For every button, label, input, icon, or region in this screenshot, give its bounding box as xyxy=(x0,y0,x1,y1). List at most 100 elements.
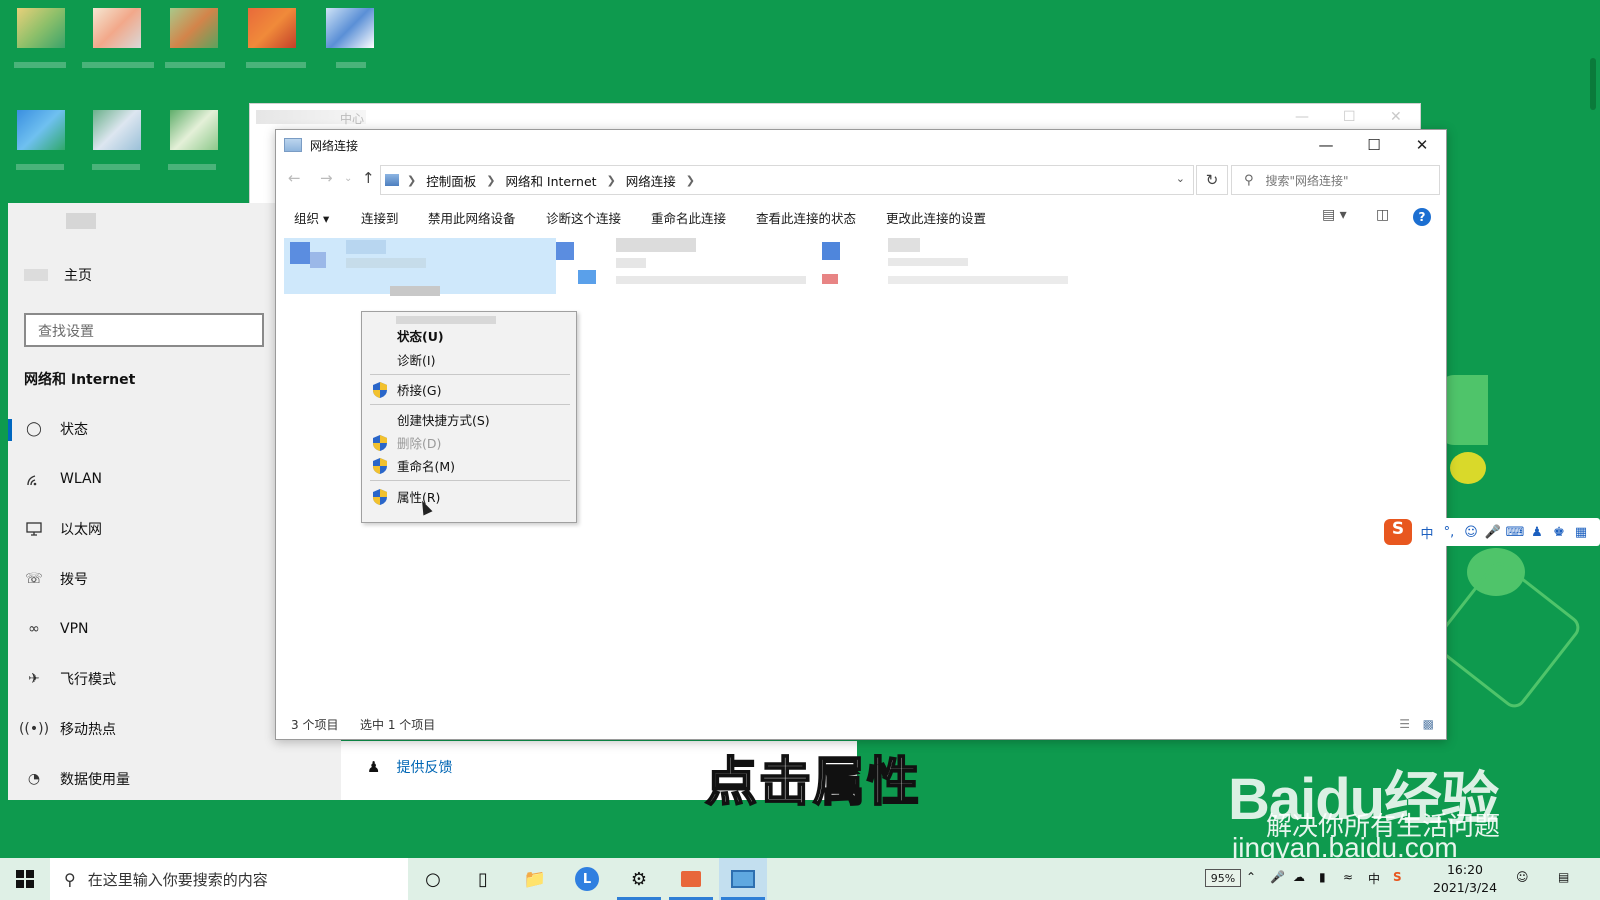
presentation-app-icon[interactable] xyxy=(667,858,715,900)
close-icon[interactable]: ✕ xyxy=(1390,109,1402,125)
breadcrumb-item[interactable]: 网络和 Internet xyxy=(505,171,596,190)
sidebar-item-hotspot[interactable]: ((•)) 移动热点 xyxy=(8,709,248,749)
maximize-button[interactable]: ☐ xyxy=(1351,130,1397,160)
notification-center-icon[interactable]: ▤ xyxy=(1558,870,1569,884)
skin-icon[interactable]: ♚ xyxy=(1548,525,1570,540)
sidebar-item-dialup[interactable]: ☏ 拨号 xyxy=(8,559,248,599)
file-explorer-icon[interactable]: 📁 xyxy=(511,858,559,900)
address-bar[interactable]: ❯ 控制面板 ❯ 网络和 Internet ❯ 网络连接 ❯ ⌄ xyxy=(380,165,1194,195)
chevron-down-icon[interactable]: ⌄ xyxy=(1176,172,1185,185)
ime-punctuation-toggle[interactable]: °, xyxy=(1438,525,1460,540)
task-view-icon[interactable]: ▯ xyxy=(459,858,507,900)
sidebar-item-wlan[interactable]: WLAN xyxy=(8,459,248,499)
home-link[interactable]: 主页 xyxy=(64,265,92,285)
taskbar-search-input[interactable]: ⚲ 在这里输入你要搜索的内容 xyxy=(50,858,408,900)
change-view-icon[interactable]: ▤ ▾ xyxy=(1322,207,1347,223)
sidebar-item-status[interactable]: ◯ 状态 xyxy=(8,409,248,449)
desktop-icon[interactable] xyxy=(93,8,141,60)
menu-item-delete[interactable]: 删除(D) xyxy=(362,431,576,454)
desktop-icon[interactable] xyxy=(170,8,218,60)
back-arrow-icon[interactable]: ← xyxy=(288,169,301,187)
refresh-button[interactable]: ↻ xyxy=(1196,165,1228,195)
emoji-icon[interactable]: ☺ xyxy=(1460,525,1482,540)
microphone-icon[interactable]: 🎤 xyxy=(1482,525,1504,540)
connection-name-blur[interactable] xyxy=(616,238,696,252)
settings-search-input[interactable]: 查找设置 xyxy=(24,313,264,347)
sidebar-item-airplane[interactable]: ✈ 飞行模式 xyxy=(8,659,248,699)
organize-button[interactable]: 组织 ▾ xyxy=(294,208,329,227)
uac-shield-icon xyxy=(373,381,387,398)
sidebar-item-ethernet[interactable]: 以太网 xyxy=(8,509,248,549)
title-bar[interactable]: 网络连接 — ☐ ✕ xyxy=(276,130,1446,160)
network-adapter-icon xyxy=(290,242,310,264)
disable-device-button[interactable]: 禁用此网络设备 xyxy=(428,208,516,227)
toolbox-icon[interactable]: ▦ xyxy=(1570,525,1592,540)
diagnose-connection-button[interactable]: 诊断这个连接 xyxy=(546,208,621,227)
maximize-icon[interactable]: ☐ xyxy=(1343,109,1356,125)
menu-item-properties[interactable]: 属性(R) xyxy=(362,485,576,508)
battery-indicator[interactable]: 95% xyxy=(1205,869,1241,887)
desktop-icon[interactable] xyxy=(248,8,296,60)
help-icon[interactable]: ? xyxy=(1413,208,1431,226)
preview-pane-icon[interactable]: ◫ xyxy=(1376,207,1389,223)
desktop-icon-label xyxy=(168,164,216,170)
wifi-icon[interactable]: ≈ xyxy=(1343,870,1353,884)
ime-toolbar[interactable]: S 中 °, ☺ 🎤 ⌨ ♟ ♚ ▦ xyxy=(1384,518,1600,546)
settings-gear-icon[interactable]: ⚙ xyxy=(615,858,663,900)
menu-item-diagnose[interactable]: 诊断(I) xyxy=(362,348,576,371)
breadcrumb-item[interactable]: 控制面板 xyxy=(426,171,476,190)
sogou-logo-icon[interactable]: S xyxy=(1384,519,1412,545)
battery-icon[interactable]: ▮ xyxy=(1319,870,1326,884)
menu-item-rename[interactable]: 重命名(M) xyxy=(362,454,576,477)
breadcrumb-item[interactable]: 网络连接 xyxy=(626,171,676,190)
ime-mode-toggle[interactable]: 中 xyxy=(1416,523,1438,542)
rename-connection-button[interactable]: 重命名此连接 xyxy=(651,208,726,227)
sogou-tray-icon[interactable]: S xyxy=(1393,870,1402,884)
chevron-right-icon[interactable]: ❯ xyxy=(486,174,495,187)
sidebar-item-data-usage[interactable]: ◔ 数据使用量 xyxy=(8,759,248,799)
onedrive-icon[interactable]: ☁ xyxy=(1293,870,1305,884)
menu-item-bridge[interactable]: 桥接(G) xyxy=(362,378,576,401)
keyboard-icon[interactable]: ⌨ xyxy=(1504,525,1526,540)
minimize-icon[interactable]: — xyxy=(1295,109,1309,125)
chevron-up-icon[interactable]: ⌃ xyxy=(1246,870,1256,884)
forward-arrow-icon[interactable]: → xyxy=(320,169,333,187)
menu-item-status[interactable]: 状态(U) xyxy=(362,324,576,347)
change-settings-button[interactable]: 更改此连接的设置 xyxy=(886,208,986,227)
connect-to-button[interactable]: 连接到 xyxy=(361,208,399,227)
chevron-right-icon[interactable]: ❯ xyxy=(607,174,616,187)
chevron-right-icon[interactable]: ❯ xyxy=(686,174,695,187)
menu-item-blurred[interactable] xyxy=(396,316,496,324)
chat-icon[interactable]: ☺ xyxy=(1516,870,1529,884)
search-icon: ⚲ xyxy=(1244,172,1254,188)
user-icon[interactable]: ♟ xyxy=(1526,525,1548,540)
feedback-link[interactable]: ♟ 提供反馈 xyxy=(367,757,452,777)
connection-status-blur xyxy=(888,258,968,266)
desktop-icon[interactable] xyxy=(17,110,65,162)
browser-app-icon[interactable]: L xyxy=(563,858,611,900)
connection-name-blur[interactable] xyxy=(888,238,920,252)
desktop-icon[interactable] xyxy=(93,110,141,162)
menu-item-create-shortcut[interactable]: 创建快捷方式(S) xyxy=(362,408,576,431)
wifi-icon xyxy=(24,469,44,489)
desktop-icon[interactable] xyxy=(170,110,218,162)
recent-dropdown-icon[interactable]: ⌄ xyxy=(344,173,352,184)
desktop-icon[interactable] xyxy=(326,8,374,60)
up-arrow-icon[interactable]: ↑ xyxy=(362,169,375,187)
desktop-icon[interactable] xyxy=(17,8,65,60)
clock[interactable]: 16:20 2021/3/24 xyxy=(1430,861,1500,897)
network-adapter-icon[interactable] xyxy=(556,242,574,260)
microphone-icon[interactable]: 🎤 xyxy=(1270,870,1285,884)
details-view-icon[interactable]: ☰ xyxy=(1399,717,1410,731)
network-adapter-icon[interactable] xyxy=(822,242,840,260)
large-icons-view-icon[interactable]: ▩ xyxy=(1423,717,1434,731)
sidebar-item-vpn[interactable]: ∞ VPN xyxy=(8,609,248,649)
cortana-icon[interactable]: ○ xyxy=(409,858,457,900)
search-input[interactable]: ⚲ 搜索"网络连接" xyxy=(1231,165,1440,195)
view-status-button[interactable]: 查看此连接的状态 xyxy=(756,208,856,227)
ime-indicator[interactable]: 中 xyxy=(1368,870,1380,887)
minimize-button[interactable]: — xyxy=(1303,130,1349,160)
start-button[interactable] xyxy=(0,858,50,900)
control-panel-app-icon[interactable] xyxy=(719,858,767,900)
close-button[interactable]: ✕ xyxy=(1399,130,1445,160)
